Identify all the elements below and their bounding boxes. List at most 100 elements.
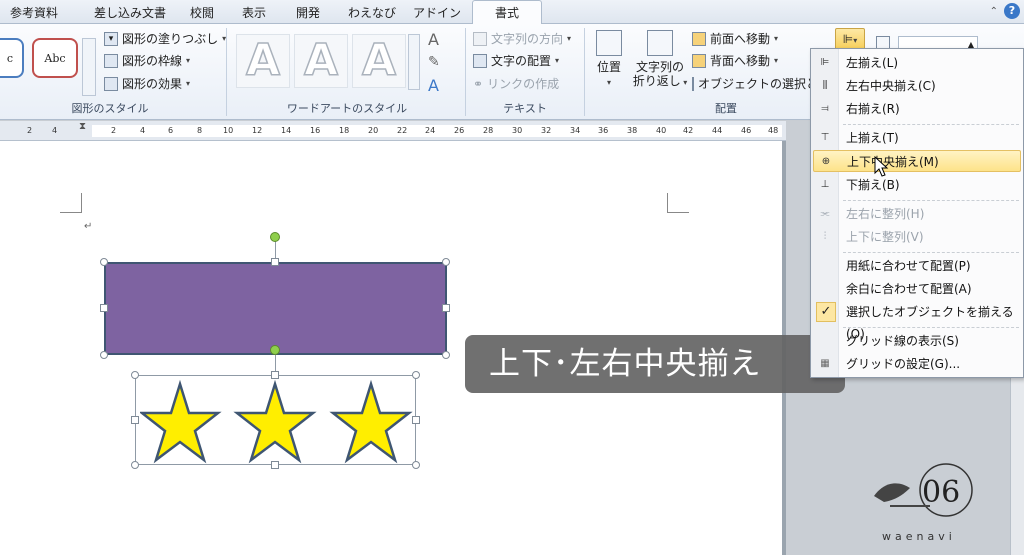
bring-forward-button[interactable]: 前面へ移動 ▾ (692, 30, 778, 47)
stars-resize-handle[interactable] (271, 461, 279, 469)
text-direction-button[interactable]: 文字列の方向 ▾ (473, 30, 571, 47)
create-link-button[interactable]: ⚭ リンクの作成 (473, 75, 559, 92)
stars-rotate-handle[interactable] (270, 345, 280, 355)
link-icon: ⚭ (473, 76, 484, 91)
menu-item-align-center[interactable]: ⫼ 左右中央揃え(C) (813, 75, 1021, 97)
align-bottom-icon: ⊥ (820, 179, 830, 190)
align-middle-icon: ⊕ (821, 156, 831, 167)
shape-style-gallery-scroll[interactable] (82, 38, 96, 96)
help-icon[interactable]: ? (1004, 3, 1020, 19)
shape-style-preset-1[interactable]: c (0, 38, 24, 78)
tab-review[interactable]: 校閲 (190, 4, 214, 21)
stars-resize-handle[interactable] (131, 371, 139, 379)
tab-mailings[interactable]: 差し込み文書 (94, 4, 166, 21)
menu-item-align-right[interactable]: ⫤ 右揃え(R) (813, 98, 1021, 120)
tab-references[interactable]: 参考資料 (10, 4, 58, 21)
paint-bucket-icon: ▾ (104, 31, 118, 46)
ribbon-tab-bar: 参考資料 差し込み文書 校閲 表示 開発 わえなび アドイン 書式 ⌃ ? (0, 0, 1024, 25)
shape-effects-button[interactable]: 図形の効果 ▾ (104, 75, 190, 92)
rectangle-rotate-handle[interactable] (270, 232, 280, 242)
rectangle-resize-handle[interactable] (100, 304, 108, 312)
text-fill-icon[interactable]: A (428, 30, 439, 49)
stars-resize-handle[interactable] (131, 416, 139, 424)
align-center-icon: ⫼ (822, 80, 828, 91)
stars-resize-handle[interactable] (271, 371, 279, 379)
rectangle-resize-handle[interactable] (442, 304, 450, 312)
stars-resize-handle[interactable] (131, 461, 139, 469)
tab-developer[interactable]: 開発 (296, 4, 320, 21)
wordart-preset-3[interactable]: A (352, 34, 406, 88)
menu-item-grid-settings[interactable]: ▦ グリッドの設定(G)... (813, 353, 1021, 375)
text-direction-icon (473, 31, 487, 46)
caption-overlay: 上下･左右中央揃え (465, 335, 845, 393)
stars-resize-handle[interactable] (412, 371, 420, 379)
star-shape (140, 379, 222, 464)
menu-item-align-to-page[interactable]: 用紙に合わせて配置(P) (813, 255, 1021, 277)
check-icon: ✓ (816, 302, 836, 322)
rectangle-resize-handle[interactable] (100, 351, 108, 359)
text-align-icon (473, 53, 487, 68)
group-label-shape-styles: 図形のスタイル (71, 102, 149, 115)
align-icon: ⊫ (842, 32, 854, 46)
wordart-preset-1[interactable]: A (236, 34, 290, 88)
effects-icon (104, 76, 118, 91)
tab-addins[interactable]: アドイン (413, 4, 461, 21)
shape-outline-button[interactable]: 図形の枠線 ▾ (104, 52, 190, 69)
menu-item-align-left[interactable]: ⊫ 左揃え(L) (813, 52, 1021, 74)
menu-item-align-to-margin[interactable]: 余白に合わせて配置(A) (813, 278, 1021, 300)
pen-icon (104, 53, 118, 68)
tab-view[interactable]: 表示 (242, 4, 266, 21)
menu-item-align-bottom[interactable]: ⊥ 下揃え(B) (813, 174, 1021, 196)
position-icon (596, 30, 622, 56)
stars-resize-handle[interactable] (412, 416, 420, 424)
group-label-text: テキスト (503, 102, 547, 115)
margin-corner-top-right (667, 193, 689, 213)
selection-pane-button[interactable]: オブジェクトの選択と表 (692, 75, 810, 92)
horizontal-ruler[interactable]: 4 2 2 4 6 8 10 12 14 16 18 20 22 24 26 2… (0, 121, 786, 141)
menu-item-distribute-horizontal[interactable]: ⫘ 左右に整列(H) (813, 203, 1021, 225)
stars-shape-group[interactable] (140, 378, 414, 464)
rectangle-resize-handle[interactable] (442, 351, 450, 359)
waenavi-logo: 06 (870, 460, 980, 524)
menu-item-show-gridlines[interactable]: グリッド線の表示(S) (813, 330, 1021, 352)
wrap-text-button[interactable]: 文字列の 折り返し ▾ (632, 30, 688, 90)
align-button[interactable]: ⊫▾ (835, 28, 865, 50)
bring-forward-icon (692, 31, 706, 46)
align-top-icon: ⊤ (820, 132, 830, 143)
menu-item-align-middle[interactable]: ⊕ 上下中央揃え(M) (813, 150, 1021, 172)
rectangle-resize-handle[interactable] (271, 258, 279, 266)
minimize-ribbon-icon[interactable]: ⌃ (990, 6, 998, 17)
selection-pane-icon (692, 76, 694, 91)
mouse-pointer-icon (874, 156, 889, 177)
rectangle-resize-handle[interactable] (442, 258, 450, 266)
purple-rectangle-shape[interactable] (104, 262, 447, 355)
stars-resize-handle[interactable] (412, 461, 420, 469)
star-shape (233, 379, 317, 464)
indent-marker-icon[interactable]: ⧗ (79, 121, 86, 132)
wrap-text-icon (647, 30, 673, 56)
distribute-vertical-icon: ⫶ (823, 231, 827, 242)
shape-fill-button[interactable]: ▾ 図形の塗りつぶし ▾ (104, 30, 226, 47)
tab-waenavi[interactable]: わえなび (348, 4, 396, 21)
menu-item-align-top[interactable]: ⊤ 上揃え(T) (813, 127, 1021, 149)
logo-text: waenavi (882, 530, 956, 543)
shape-style-preset-2[interactable]: Abc (32, 38, 78, 78)
svg-text:06: 06 (922, 475, 960, 510)
send-backward-button[interactable]: 背面へ移動 ▾ (692, 52, 778, 69)
tab-format[interactable]: 書式 (472, 0, 543, 25)
rectangle-resize-handle[interactable] (100, 258, 108, 266)
menu-item-distribute-vertical[interactable]: ⫶ 上下に整列(V) (813, 226, 1021, 248)
menu-item-align-selected-objects[interactable]: ✓ 選択したオブジェクトを揃える(O) (813, 301, 1021, 341)
wordart-preset-2[interactable]: A (294, 34, 348, 88)
text-effects-icon[interactable]: A (428, 76, 439, 95)
align-left-icon: ⊫ (820, 57, 830, 68)
text-outline-icon[interactable]: ✎ (428, 54, 440, 70)
position-button[interactable]: 位置 ▾ (592, 30, 626, 90)
star-shape (329, 379, 413, 464)
group-label-wordart-styles: ワードアートのスタイル (286, 102, 408, 115)
paragraph-mark-icon: ↵ (84, 221, 93, 232)
wordart-gallery-scroll[interactable] (408, 34, 420, 90)
text-align-button[interactable]: 文字の配置 ▾ (473, 52, 559, 69)
margin-corner-top-left (60, 193, 82, 213)
align-dropdown-menu: ⊫ 左揃え(L) ⫼ 左右中央揃え(C) ⫤ 右揃え(R) ⊤ 上揃え(T) ⊕… (810, 48, 1024, 378)
